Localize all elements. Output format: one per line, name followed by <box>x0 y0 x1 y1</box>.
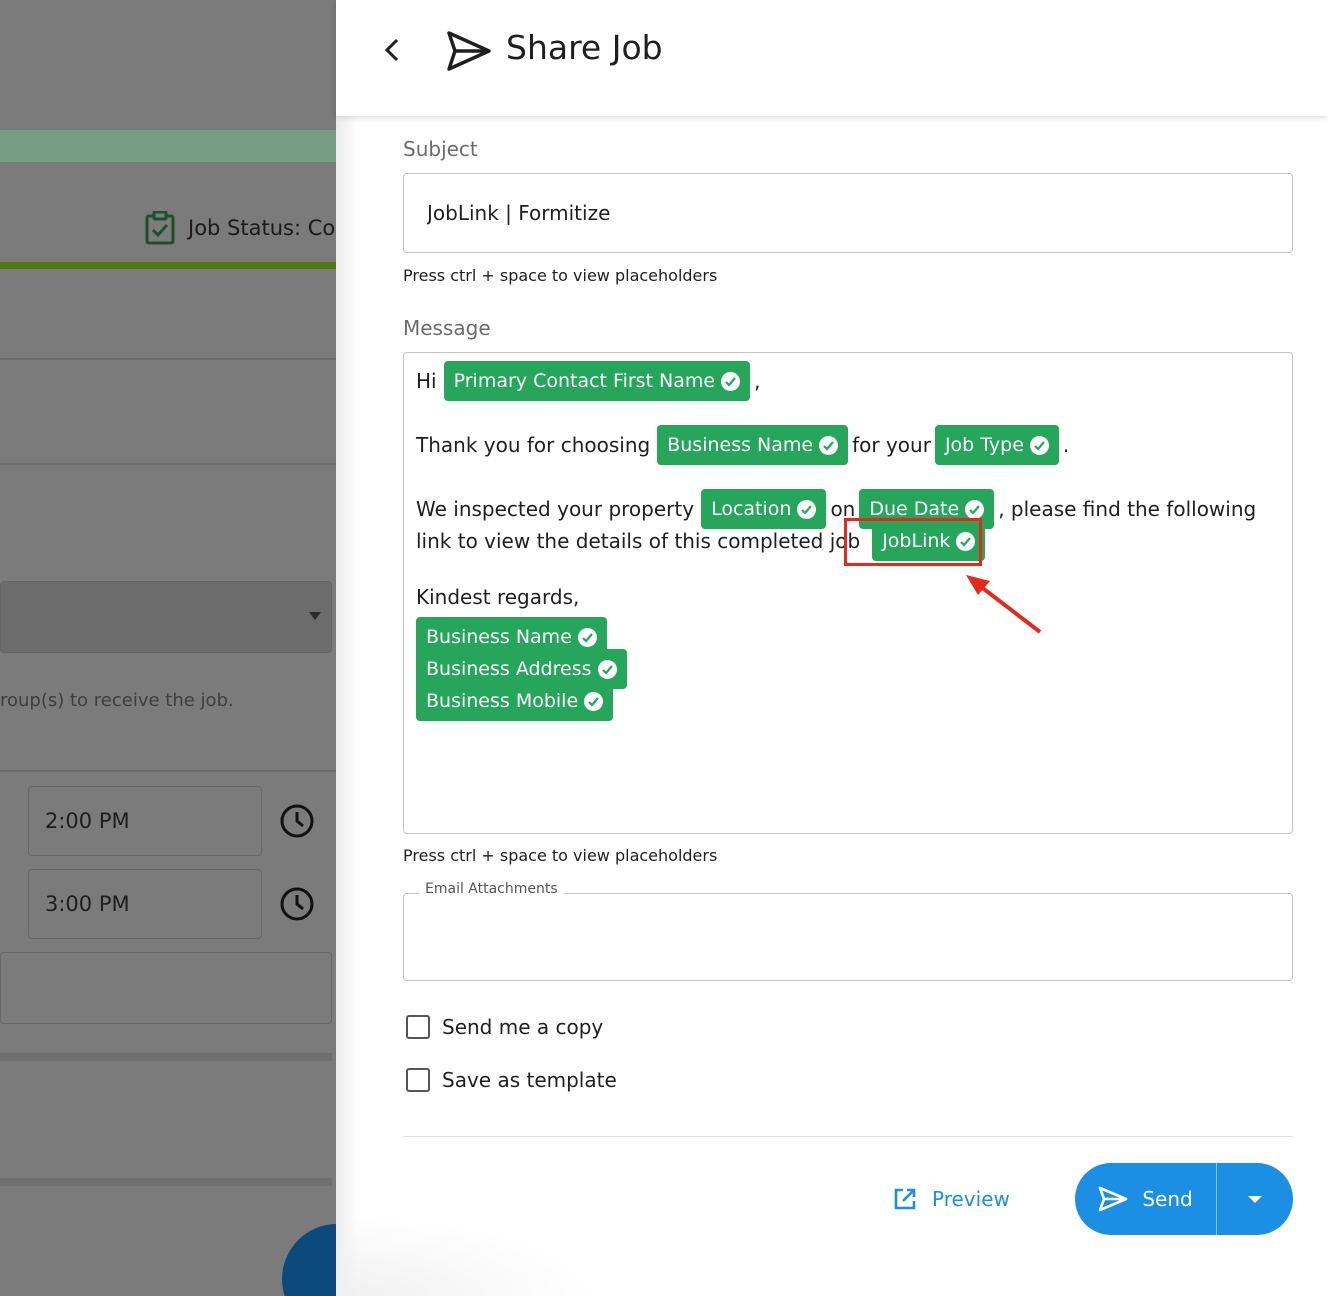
drawer-title: Share Job <box>506 28 663 67</box>
dropdown-arrow-icon <box>309 612 321 620</box>
send-copy-checkbox[interactable] <box>406 1015 430 1039</box>
clipboard-check-icon <box>145 211 175 245</box>
message-line: Hi Primary Contact First Name , <box>416 361 764 401</box>
clock-icon[interactable] <box>279 886 315 922</box>
drawer-header: Share Job <box>336 0 1328 116</box>
placeholder-chip[interactable]: Business Mobile <box>416 681 614 721</box>
preview-button[interactable]: Preview <box>892 1179 1010 1219</box>
footer-divider <box>403 1136 1293 1137</box>
save-template-checkbox[interactable] <box>406 1068 430 1092</box>
placeholder-chip[interactable]: Business Name <box>657 425 849 465</box>
email-attachments-label: Email Attachments <box>419 881 564 897</box>
save-template-option[interactable]: Save as template <box>406 1068 617 1092</box>
check-icon <box>597 659 617 679</box>
send-button-group: Send <box>1075 1163 1293 1235</box>
subject-helper-text: Press ctrl + space to view placeholders <box>403 266 718 285</box>
send-copy-option[interactable]: Send me a copy <box>406 1015 603 1039</box>
paper-plane-icon <box>447 31 491 71</box>
check-icon <box>577 627 597 647</box>
caret-down-icon <box>1248 1195 1262 1203</box>
signature-line: Business Mobile <box>416 681 614 721</box>
back-button[interactable] <box>376 30 408 70</box>
clock-icon[interactable] <box>279 803 315 839</box>
divider <box>0 1053 332 1061</box>
recipient-hint: roup(s) to receive the job. <box>0 690 234 711</box>
job-status: Job Status: Co <box>144 208 335 248</box>
check-icon <box>965 499 985 519</box>
check-icon <box>1029 435 1049 455</box>
job-status-text: Job Status: Co <box>188 216 336 240</box>
highlight-annotation <box>844 518 982 566</box>
placeholder-chip[interactable]: Job Type <box>934 425 1059 465</box>
message-editor[interactable]: Hi Primary Contact First Name , Thank yo… <box>403 352 1293 834</box>
divider <box>0 1178 332 1186</box>
subject-input[interactable] <box>403 173 1293 253</box>
send-options-dropdown[interactable] <box>1217 1163 1293 1235</box>
end-time-input[interactable]: 3:00 PM <box>28 869 262 939</box>
background-page: Job Status: Co roup(s) to receive the jo… <box>0 0 336 1296</box>
message-helper-text: Press ctrl + space to view placeholders <box>403 846 718 865</box>
check-icon <box>721 371 741 391</box>
divider <box>0 358 336 360</box>
floating-action-button[interactable] <box>282 1224 336 1296</box>
arrow-annotation-icon <box>966 575 1042 634</box>
status-progress-bar <box>0 262 336 269</box>
divider <box>0 463 336 465</box>
recipient-select[interactable] <box>0 581 332 653</box>
message-label: Message <box>403 316 491 340</box>
check-icon <box>819 435 839 455</box>
placeholder-chip[interactable]: Primary Contact First Name <box>443 361 751 401</box>
open-in-new-icon <box>894 1188 916 1210</box>
background-banner <box>0 130 336 162</box>
divider <box>0 770 336 772</box>
chevron-left-icon <box>384 38 399 62</box>
subject-label: Subject <box>403 137 478 161</box>
check-icon <box>584 691 604 711</box>
send-button[interactable]: Send <box>1075 1163 1217 1235</box>
start-time-input[interactable]: 2:00 PM <box>28 786 262 856</box>
message-closing: Kindest regards, <box>416 585 580 609</box>
message-line: Thank you for choosing Business Name for… <box>416 425 1073 465</box>
background-field[interactable] <box>0 952 332 1024</box>
send-icon <box>1099 1186 1128 1212</box>
email-attachments-field[interactable] <box>403 893 1293 981</box>
share-job-drawer: Share Job Subject Press ctrl + space to … <box>336 0 1328 1296</box>
check-icon <box>797 499 817 519</box>
